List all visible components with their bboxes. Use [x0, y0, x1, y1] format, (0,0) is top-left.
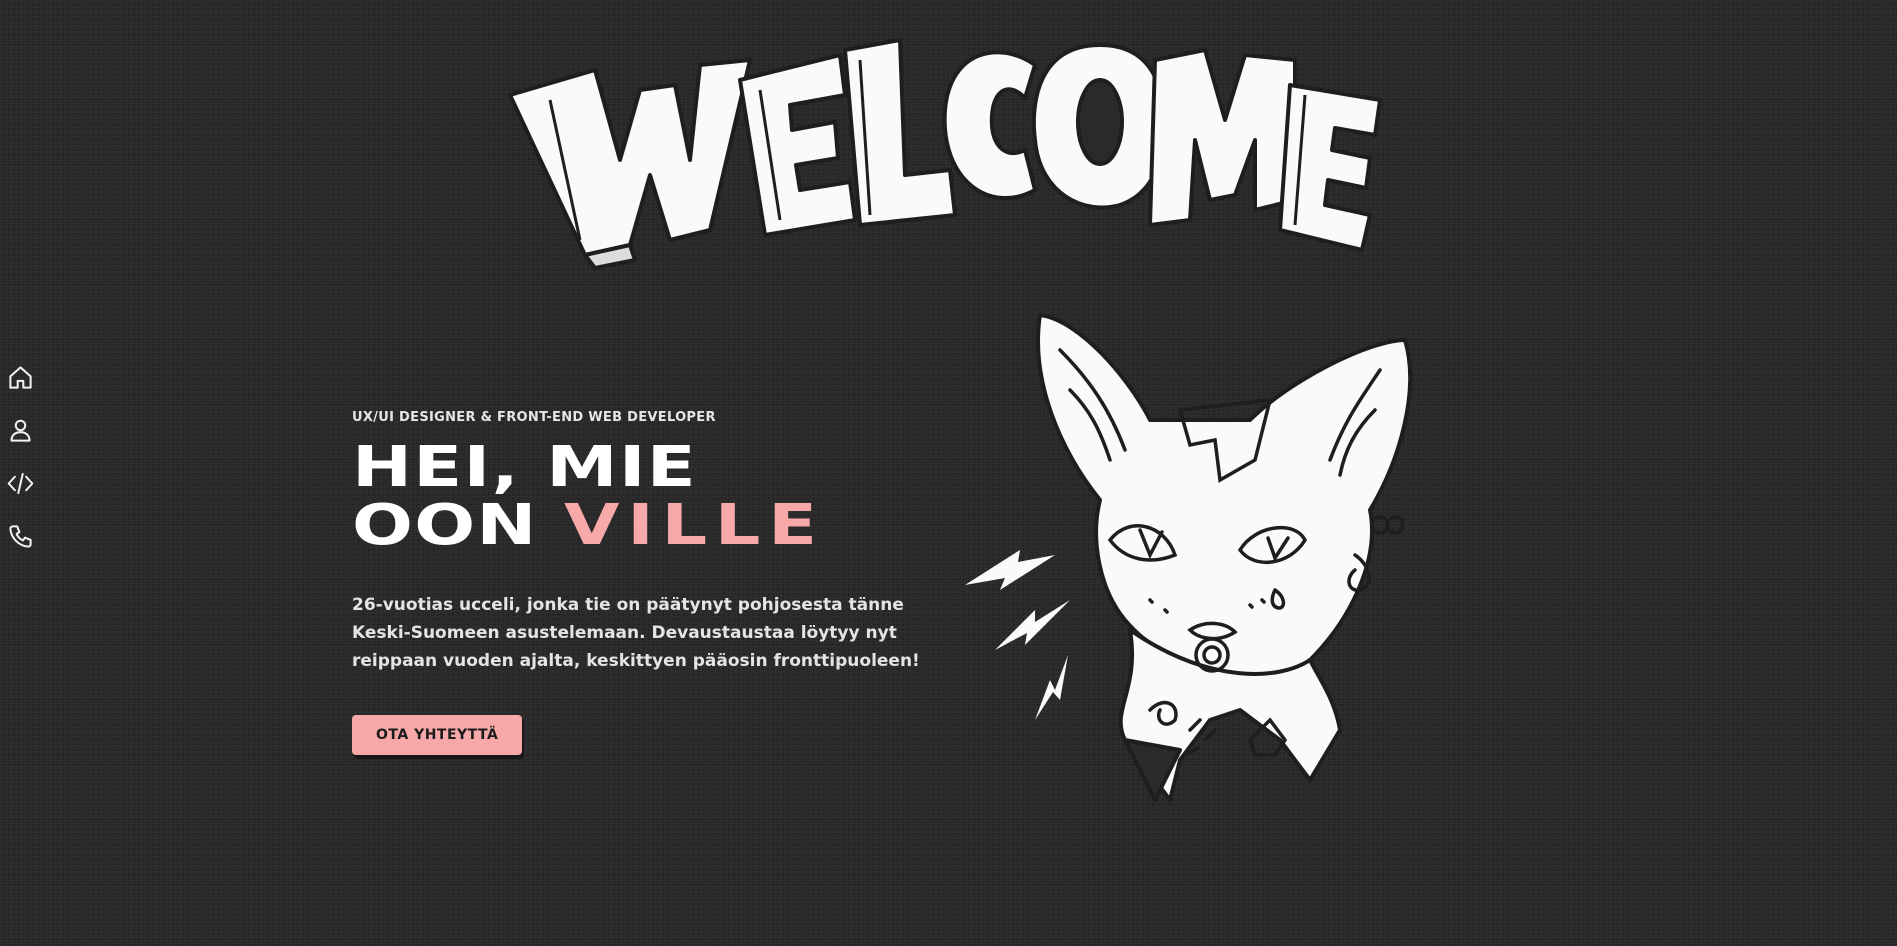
phone-icon — [8, 524, 32, 548]
welcome-letter-e2 — [1278, 83, 1382, 252]
side-navigation — [0, 362, 40, 551]
welcome-letter-c — [942, 50, 1037, 201]
intro-paragraph: 26-vuotias ucceli, jonka tie on päätynyt… — [352, 595, 920, 671]
lightning-bolts-icon — [965, 550, 1070, 720]
nav-home[interactable] — [4, 362, 36, 392]
headline-name: VILLE — [563, 493, 825, 558]
role-eyebrow: UX/UI DESIGNER & FRONT-END WEB DEVELOPER — [352, 410, 716, 425]
user-icon — [9, 419, 31, 442]
code-icon — [7, 472, 33, 494]
sphynx-cat-illustration — [965, 313, 1413, 802]
contact-cta-button[interactable]: OTA YHTEYTTÄ — [352, 715, 523, 755]
nav-projects[interactable] — [4, 468, 36, 498]
welcome-letter-e — [738, 53, 857, 237]
nav-contact[interactable] — [4, 521, 36, 551]
welcome-letter-w — [508, 58, 752, 257]
headline-line-2-prefix: OON — [352, 493, 564, 558]
home-icon — [8, 365, 32, 389]
welcome-lettering-illustration — [508, 38, 1382, 270]
hero-section: UX/UI DESIGNER & FRONT-END WEB DEVELOPER… — [352, 410, 952, 755]
welcome-letter-m — [1148, 48, 1297, 227]
nav-about[interactable] — [4, 415, 36, 445]
